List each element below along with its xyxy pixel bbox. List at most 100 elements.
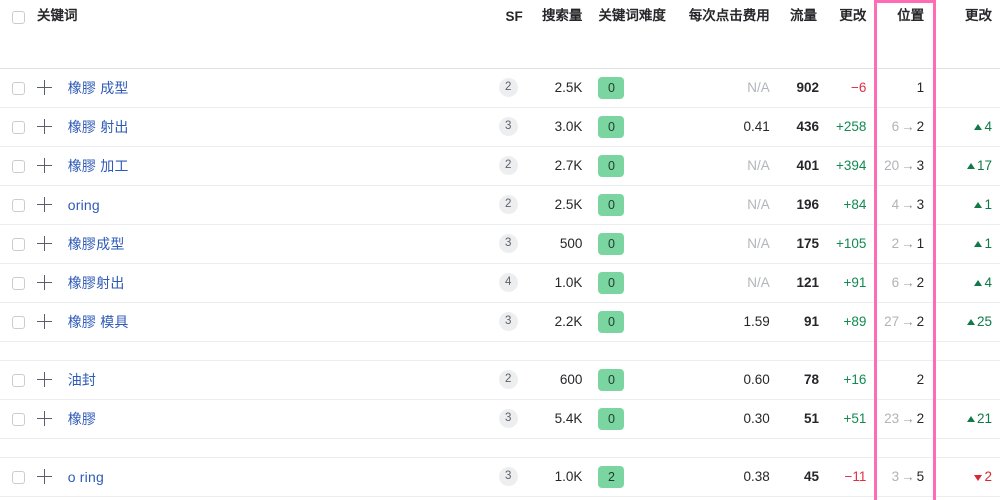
row-checkbox[interactable] bbox=[12, 315, 26, 329]
row-select-cell[interactable] bbox=[0, 302, 38, 342]
row-checkbox[interactable] bbox=[12, 470, 26, 484]
select-all-header[interactable] bbox=[0, 0, 38, 34]
header-traffic[interactable]: 流量 bbox=[777, 0, 823, 34]
keyword-link[interactable]: oring bbox=[68, 197, 100, 213]
keyword-link[interactable]: 橡膠 模具 bbox=[68, 314, 129, 330]
row-select-cell[interactable] bbox=[0, 360, 38, 400]
add-keyword-cell[interactable] bbox=[37, 107, 62, 147]
add-keyword-cell[interactable] bbox=[37, 360, 62, 400]
row-select-cell[interactable] bbox=[0, 68, 38, 108]
table-row[interactable]: 橡膠 成型 2 2.5K 0 N/A 902 −6 1 bbox=[0, 68, 1000, 108]
row-select-cell[interactable] bbox=[0, 107, 38, 147]
table-row[interactable]: oring 2 2.5K 0 N/A 196 +84 4 → 3 1 bbox=[0, 185, 1000, 225]
row-checkbox[interactable] bbox=[12, 373, 26, 387]
plus-icon[interactable] bbox=[37, 157, 53, 174]
add-keyword-cell[interactable] bbox=[37, 457, 62, 497]
header-keyword[interactable]: 关键词 bbox=[37, 0, 488, 34]
keyword-cell[interactable]: 橡膠射出 bbox=[61, 263, 488, 303]
position-to-value: 3 bbox=[916, 158, 925, 173]
header-sf[interactable]: SF bbox=[487, 0, 529, 34]
add-keyword-cell[interactable] bbox=[37, 302, 62, 342]
plus-icon[interactable] bbox=[37, 79, 53, 96]
table-row[interactable]: 油封 2 600 0 0.60 78 +16 2 bbox=[0, 360, 1000, 400]
header-keyword-difficulty[interactable]: 关键词难度 bbox=[588, 0, 666, 34]
table-row[interactable]: 橡膠 加工 2 2.7K 0 N/A 401 +394 20 → 3 17 bbox=[0, 146, 1000, 186]
position-change-value: 17 bbox=[976, 158, 992, 173]
keyword-cell[interactable]: 橡膠 模具 bbox=[61, 302, 488, 342]
position-change-cell bbox=[936, 496, 1000, 500]
keyword-cell[interactable]: 橡膠 成型 bbox=[61, 68, 488, 108]
keyword-cell[interactable]: 橡膠 bbox=[61, 399, 488, 439]
row-select-cell[interactable] bbox=[0, 457, 38, 497]
keyword-link[interactable]: 油封 bbox=[68, 372, 96, 388]
keyword-link[interactable]: 橡膠射出 bbox=[68, 275, 125, 291]
sf-badge: 3 bbox=[498, 467, 518, 486]
header-volume[interactable]: 搜索量 bbox=[528, 0, 589, 34]
table-row[interactable]: 橡膠成型 3 500 0 N/A 175 +105 2 → 1 1 bbox=[0, 224, 1000, 264]
keyword-cell[interactable]: 喬勝 bbox=[61, 496, 488, 500]
row-select-cell[interactable] bbox=[0, 496, 38, 500]
header-traffic-change[interactable]: 更改 bbox=[822, 0, 873, 34]
plus-icon[interactable] bbox=[37, 196, 53, 213]
cpc-cell: N/A bbox=[664, 263, 778, 303]
row-select-cell[interactable] bbox=[0, 185, 38, 225]
plus-icon[interactable] bbox=[37, 468, 53, 485]
cpc-cell: 0.38 bbox=[664, 457, 778, 497]
row-select-cell[interactable] bbox=[0, 224, 38, 264]
plus-icon[interactable] bbox=[37, 235, 53, 252]
row-checkbox[interactable] bbox=[12, 276, 26, 290]
keyword-link[interactable]: 橡膠 bbox=[68, 411, 96, 427]
header-position-change[interactable]: 更改 bbox=[936, 0, 1000, 34]
keyword-cell[interactable]: 橡膠 加工 bbox=[61, 146, 488, 186]
keyword-cell[interactable]: 橡膠 射出 bbox=[61, 107, 488, 147]
row-select-cell[interactable] bbox=[0, 399, 38, 439]
plus-icon[interactable] bbox=[37, 410, 53, 427]
sf-badge: 2 bbox=[498, 78, 518, 97]
row-select-cell[interactable] bbox=[0, 263, 38, 303]
keyword-cell[interactable]: oring bbox=[61, 185, 488, 225]
add-keyword-cell[interactable] bbox=[37, 185, 62, 225]
sf-cell: 3 bbox=[487, 107, 529, 147]
traffic-cell: 42 bbox=[777, 496, 823, 500]
keyword-link[interactable]: 橡膠成型 bbox=[68, 236, 125, 252]
plus-icon[interactable] bbox=[37, 118, 53, 135]
row-checkbox[interactable] bbox=[12, 412, 26, 426]
row-checkbox[interactable] bbox=[12, 198, 26, 212]
keyword-cell[interactable]: 油封 bbox=[61, 360, 488, 400]
add-keyword-cell[interactable] bbox=[37, 146, 62, 186]
keyword-link[interactable]: 橡膠 成型 bbox=[68, 80, 129, 96]
keyword-link[interactable]: o ring bbox=[68, 469, 104, 485]
row-checkbox[interactable] bbox=[12, 159, 26, 173]
table-row[interactable]: 橡膠 3 5.4K 0 0.30 51 +51 23 → 2 21 bbox=[0, 399, 1000, 439]
header-position[interactable]: 位置 bbox=[872, 0, 937, 34]
table-row[interactable]: o ring 3 1.0K 2 0.38 45 −11 3 → 5 2 bbox=[0, 457, 1000, 497]
position-change-value: 4 bbox=[984, 119, 992, 134]
keyword-difficulty-cell: 0 bbox=[588, 496, 665, 500]
select-all-checkbox[interactable] bbox=[12, 10, 26, 24]
traffic-cell: 401 bbox=[777, 146, 823, 186]
position-change-value: 1 bbox=[984, 236, 992, 251]
table-row[interactable]: 喬勝41000N/A42+252 bbox=[0, 496, 1000, 500]
table-row[interactable]: 橡膠 射出 3 3.0K 0 0.41 436 +258 6 → 2 4 bbox=[0, 107, 1000, 147]
keyword-link[interactable]: 橡膠 射出 bbox=[68, 119, 129, 135]
row-select-cell[interactable] bbox=[0, 146, 38, 186]
keyword-link[interactable]: 橡膠 加工 bbox=[68, 158, 129, 174]
add-keyword-cell[interactable] bbox=[37, 68, 62, 108]
header-cpc[interactable]: 每次点击费用 bbox=[664, 0, 778, 34]
add-keyword-cell[interactable] bbox=[37, 263, 62, 303]
plus-icon[interactable] bbox=[37, 313, 53, 330]
plus-icon[interactable] bbox=[37, 274, 53, 291]
keyword-cell[interactable]: o ring bbox=[61, 457, 488, 497]
add-keyword-cell[interactable] bbox=[37, 224, 62, 264]
keyword-difficulty-cell: 0 bbox=[588, 146, 665, 186]
keyword-cell[interactable]: 橡膠成型 bbox=[61, 224, 488, 264]
position-from-value: 6 bbox=[891, 275, 900, 290]
table-row[interactable]: 橡膠 模具 3 2.2K 0 1.59 91 +89 27 → 2 25 bbox=[0, 302, 1000, 342]
plus-icon[interactable] bbox=[37, 371, 53, 388]
add-keyword-cell[interactable] bbox=[37, 399, 62, 439]
row-checkbox[interactable] bbox=[12, 81, 26, 95]
add-keyword-cell[interactable] bbox=[37, 496, 62, 500]
table-row[interactable]: 橡膠射出 4 1.0K 0 N/A 121 +91 6 → 2 4 bbox=[0, 263, 1000, 303]
row-checkbox[interactable] bbox=[12, 237, 26, 251]
row-checkbox[interactable] bbox=[12, 120, 26, 134]
